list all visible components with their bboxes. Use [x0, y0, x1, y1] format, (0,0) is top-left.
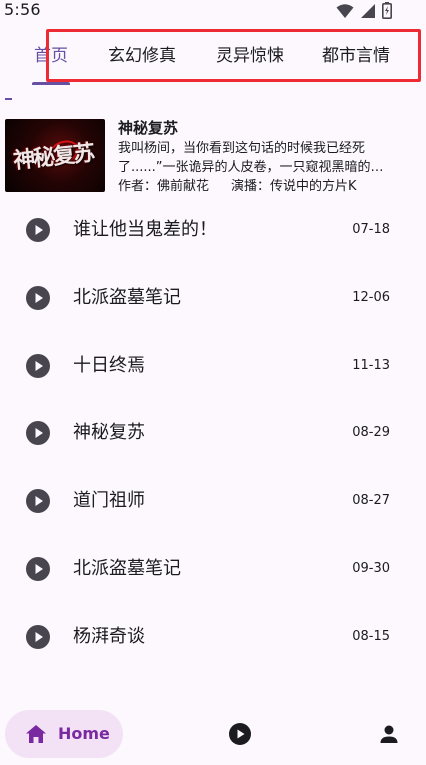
book-cover[interactable]: 神秘复苏: [5, 119, 105, 192]
list-item-date: 09-30: [352, 560, 390, 576]
list-item-title: 十日终焉: [73, 354, 145, 376]
list-item[interactable]: 北派盗墓笔记 09-30: [0, 535, 426, 603]
list-item-title: 谁让他当鬼差的！: [73, 219, 217, 240]
bottom-navigation: Home: [0, 700, 426, 765]
narrator-label: 演播：传说中的方片K: [231, 179, 357, 194]
list-item-date: 08-29: [352, 425, 390, 441]
home-icon: [25, 723, 47, 745]
status-bar: 5:56: [0, 0, 426, 24]
play-circle-icon[interactable]: [229, 723, 251, 745]
cellular-signal-icon: [360, 3, 376, 23]
status-time: 5:56: [4, 0, 41, 19]
featured-meta: 作者：佛前献花 演播：传说中的方片K: [118, 178, 357, 196]
list-item-date: 12-06: [352, 289, 390, 305]
person-icon[interactable]: [378, 723, 400, 745]
featured-book[interactable]: 神秘复苏 神秘复苏 我叫杨间，当你看到这句话的时候我已经死了......”一张诡…: [5, 118, 421, 196]
nav-home-label: Home: [58, 724, 110, 743]
list-item[interactable]: 杨湃奇谈 08-15: [0, 603, 426, 671]
list-item-title: 道门祖师: [73, 490, 145, 512]
author-label: 作者：佛前献花: [118, 179, 210, 194]
nav-home-button[interactable]: Home: [5, 710, 123, 758]
list-item[interactable]: 神秘复苏 08-29: [0, 399, 426, 467]
play-circle-icon[interactable]: [26, 421, 50, 446]
list-item-title: 神秘复苏: [73, 422, 145, 444]
cover-text: 神秘复苏: [12, 139, 95, 175]
play-circle-icon[interactable]: [26, 489, 50, 514]
status-icons: [336, 2, 392, 23]
list-item[interactable]: 谁让他当鬼差的！ 07-18: [0, 196, 426, 264]
wifi-icon: [336, 3, 354, 23]
play-circle-icon[interactable]: [26, 556, 50, 581]
featured-title: 神秘复苏: [118, 119, 179, 137]
play-circle-icon[interactable]: [26, 353, 50, 378]
play-circle-icon[interactable]: [26, 285, 50, 310]
list-item-date: 08-15: [352, 628, 390, 644]
play-circle-icon[interactable]: [26, 218, 50, 242]
battery-charging-icon: [382, 2, 392, 23]
list-item-title: 杨湃奇谈: [73, 625, 145, 647]
list-item-date: 11-13: [352, 357, 390, 373]
highlight-box: [46, 29, 421, 82]
episode-list: 谁让他当鬼差的！ 07-18 北派盗墓笔记 12-06 十日终焉 11-13 神…: [0, 196, 426, 671]
list-item-date: 07-18: [352, 222, 390, 237]
tab-indicator: [32, 82, 70, 85]
list-item-title: 北派盗墓笔记: [73, 557, 181, 579]
list-item-date: 08-27: [352, 493, 390, 509]
play-circle-icon[interactable]: [26, 624, 50, 649]
list-item-title: 北派盗墓笔记: [73, 286, 181, 308]
list-item[interactable]: 十日终焉 11-13: [0, 332, 426, 400]
divider-mark: [5, 98, 12, 100]
list-item[interactable]: 道门祖师 08-27: [0, 467, 426, 535]
featured-description: 我叫杨间，当你看到这句话的时候我已经死了......”一张诡异的人皮卷，一只窥视…: [118, 141, 384, 175]
list-item[interactable]: 北派盗墓笔记 12-06: [0, 264, 426, 332]
